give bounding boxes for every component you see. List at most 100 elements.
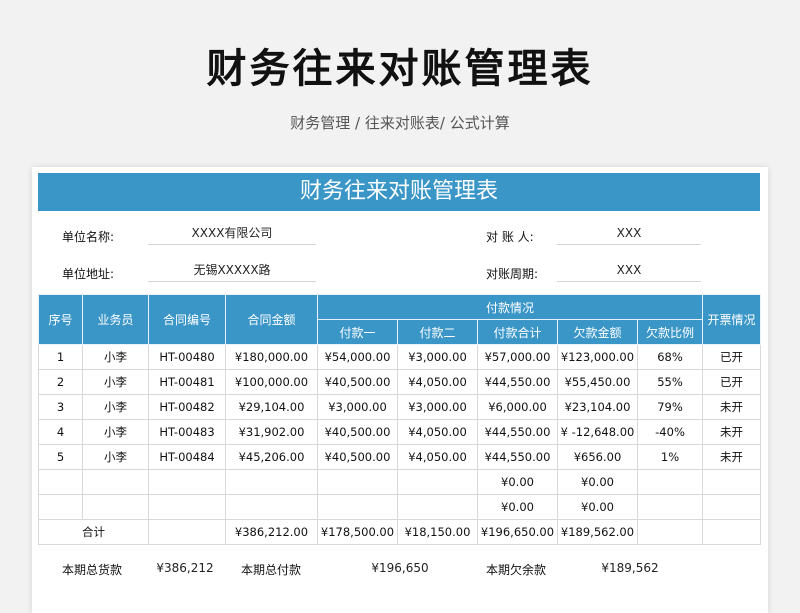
cell-contract-no[interactable]: HT-00483 [148, 419, 226, 445]
table-row: 2 小李 HT-00481 ¥100,000.00 ¥40,500.00 ¥4,… [38, 369, 762, 395]
cell-seq[interactable]: 4 [38, 419, 83, 445]
table-row: ¥0.00 ¥0.00 [38, 469, 762, 495]
header-payment-group: 付款情况 [316, 294, 704, 320]
cell-contract-no[interactable] [148, 469, 226, 495]
cell-payment-total[interactable]: ¥44,550.00 [477, 419, 558, 445]
cell-salesperson[interactable] [82, 469, 149, 495]
cell-owed[interactable]: ¥0.00 [557, 494, 638, 520]
period-value[interactable]: XXX [557, 259, 701, 282]
cell-owed-ratio[interactable] [636, 494, 704, 520]
cell-payment1[interactable]: ¥40,500.00 [317, 444, 398, 470]
header-salesperson: 业务员 [82, 294, 149, 345]
cell-invoice[interactable]: 未开 [702, 444, 762, 470]
cell-owed[interactable]: ¥123,000.00 [557, 344, 638, 370]
cell-contract-no[interactable]: HT-00481 [148, 369, 226, 395]
cell-invoice[interactable] [702, 494, 762, 520]
cell-invoice[interactable] [702, 519, 762, 545]
cell-payment2[interactable]: ¥4,050.00 [397, 369, 478, 395]
reconciler-label: 对 账 人: [486, 230, 534, 244]
cell-contract-no[interactable]: HT-00484 [148, 444, 226, 470]
cell-payment2[interactable]: ¥3,000.00 [397, 344, 478, 370]
cell-contract-amount[interactable] [225, 469, 318, 495]
cell-invoice[interactable]: 已开 [702, 369, 762, 395]
cell-payment-total[interactable]: ¥44,550.00 [477, 369, 558, 395]
cell-seq[interactable]: 1 [38, 344, 83, 370]
cell-salesperson[interactable]: 小李 [82, 394, 149, 420]
cell-salesperson[interactable]: 小李 [82, 344, 149, 370]
cell-contract-no[interactable] [148, 494, 226, 520]
cell-contract-amount[interactable]: ¥31,902.00 [225, 419, 318, 445]
cell-owed-ratio[interactable]: 68% [636, 344, 704, 370]
cell-owed-ratio[interactable] [636, 469, 704, 495]
cell-seq[interactable]: 3 [38, 394, 83, 420]
cell-payment1[interactable] [317, 469, 398, 495]
cell-owed-ratio[interactable]: -40% [636, 419, 704, 445]
table-row: ¥0.00 ¥0.00 [38, 494, 762, 520]
cell-seq[interactable]: 5 [38, 444, 83, 470]
cell-payment-total[interactable]: ¥44,550.00 [477, 444, 558, 470]
cell-owed[interactable]: ¥55,450.00 [557, 369, 638, 395]
cell-contract-no[interactable] [148, 519, 226, 545]
cell-owed-ratio[interactable]: 55% [636, 369, 704, 395]
cell-payment2[interactable] [397, 494, 478, 520]
cell-contract-no[interactable]: HT-00480 [148, 344, 226, 370]
cell-owed-ratio[interactable]: 1% [636, 444, 704, 470]
cell-payment1[interactable]: ¥54,000.00 [317, 344, 398, 370]
total-payment1[interactable]: ¥178,500.00 [317, 519, 398, 545]
reconciler-value[interactable]: XXX [557, 222, 701, 245]
cell-salesperson[interactable]: 小李 [82, 444, 149, 470]
cell-payment2[interactable]: ¥4,050.00 [397, 444, 478, 470]
cell-contract-amount[interactable]: ¥180,000.00 [225, 344, 318, 370]
cell-payment-total[interactable]: ¥6,000.00 [477, 394, 558, 420]
cell-owed[interactable]: ¥656.00 [557, 444, 638, 470]
cell-invoice[interactable]: 已开 [702, 344, 762, 370]
page-title: 财务往来对账管理表 [206, 46, 594, 92]
cell-contract-amount[interactable] [225, 494, 318, 520]
cell-payment1[interactable]: ¥40,500.00 [317, 369, 398, 395]
cell-payment-total[interactable]: ¥0.00 [477, 494, 558, 520]
cell-owed[interactable]: ¥0.00 [557, 469, 638, 495]
cell-contract-no[interactable]: HT-00482 [148, 394, 226, 420]
unit-name-label: 单位名称: [62, 230, 115, 244]
totals-row: 合计 ¥386,212.00 ¥178,500.00 ¥18,150.00 ¥1… [38, 519, 762, 545]
cell-seq[interactable]: 2 [38, 369, 83, 395]
cell-payment1[interactable]: ¥3,000.00 [317, 394, 398, 420]
cell-seq[interactable] [38, 494, 83, 520]
table-row: 4 小李 HT-00483 ¥31,902.00 ¥40,500.00 ¥4,0… [38, 419, 762, 445]
total-payment2[interactable]: ¥18,150.00 [397, 519, 478, 545]
unit-address-value[interactable]: 无锡XXXXX路 [148, 259, 316, 282]
total-payment-total[interactable]: ¥196,650.00 [477, 519, 558, 545]
cell-contract-amount[interactable]: ¥29,104.00 [225, 394, 318, 420]
cell-payment-total[interactable]: ¥0.00 [477, 469, 558, 495]
sheet-banner: 财务往来对账管理表 [38, 173, 760, 211]
cell-invoice[interactable]: 未开 [702, 419, 762, 445]
cell-owed[interactable]: ¥ -12,648.00 [557, 419, 638, 445]
header-owed: 欠款金额 [557, 319, 638, 345]
cell-salesperson[interactable]: 小李 [82, 419, 149, 445]
table-row: 3 小李 HT-00482 ¥29,104.00 ¥3,000.00 ¥3,00… [38, 394, 762, 420]
cell-contract-amount[interactable]: ¥45,206.00 [225, 444, 318, 470]
header-seq: 序号 [38, 294, 83, 345]
total-paid-value[interactable]: ¥196,650 [330, 561, 470, 575]
ledger-body: 1 小李 HT-00480 ¥180,000.00 ¥54,000.00 ¥3,… [38, 344, 762, 545]
cell-salesperson[interactable] [82, 494, 149, 520]
cell-payment2[interactable]: ¥4,050.00 [397, 419, 478, 445]
total-owed[interactable]: ¥189,562.00 [557, 519, 638, 545]
cell-payment1[interactable]: ¥40,500.00 [317, 419, 398, 445]
cell-owed-ratio[interactable]: 79% [636, 394, 704, 420]
cell-payment-total[interactable]: ¥57,000.00 [477, 344, 558, 370]
balance-value[interactable]: ¥189,562 [580, 561, 680, 575]
total-contract-amount[interactable]: ¥386,212.00 [225, 519, 318, 545]
cell-salesperson[interactable]: 小李 [82, 369, 149, 395]
cell-payment2[interactable] [397, 469, 478, 495]
cell-payment2[interactable]: ¥3,000.00 [397, 394, 478, 420]
unit-name-value[interactable]: XXXX有限公司 [148, 222, 316, 245]
cell-payment1[interactable] [317, 494, 398, 520]
cell-owed[interactable]: ¥23,104.00 [557, 394, 638, 420]
total-goods-value[interactable]: ¥386,212 [150, 561, 220, 575]
cell-invoice[interactable]: 未开 [702, 394, 762, 420]
cell-invoice[interactable] [702, 469, 762, 495]
cell-contract-amount[interactable]: ¥100,000.00 [225, 369, 318, 395]
cell-seq[interactable] [38, 469, 83, 495]
cell-owed-ratio[interactable] [636, 519, 704, 545]
